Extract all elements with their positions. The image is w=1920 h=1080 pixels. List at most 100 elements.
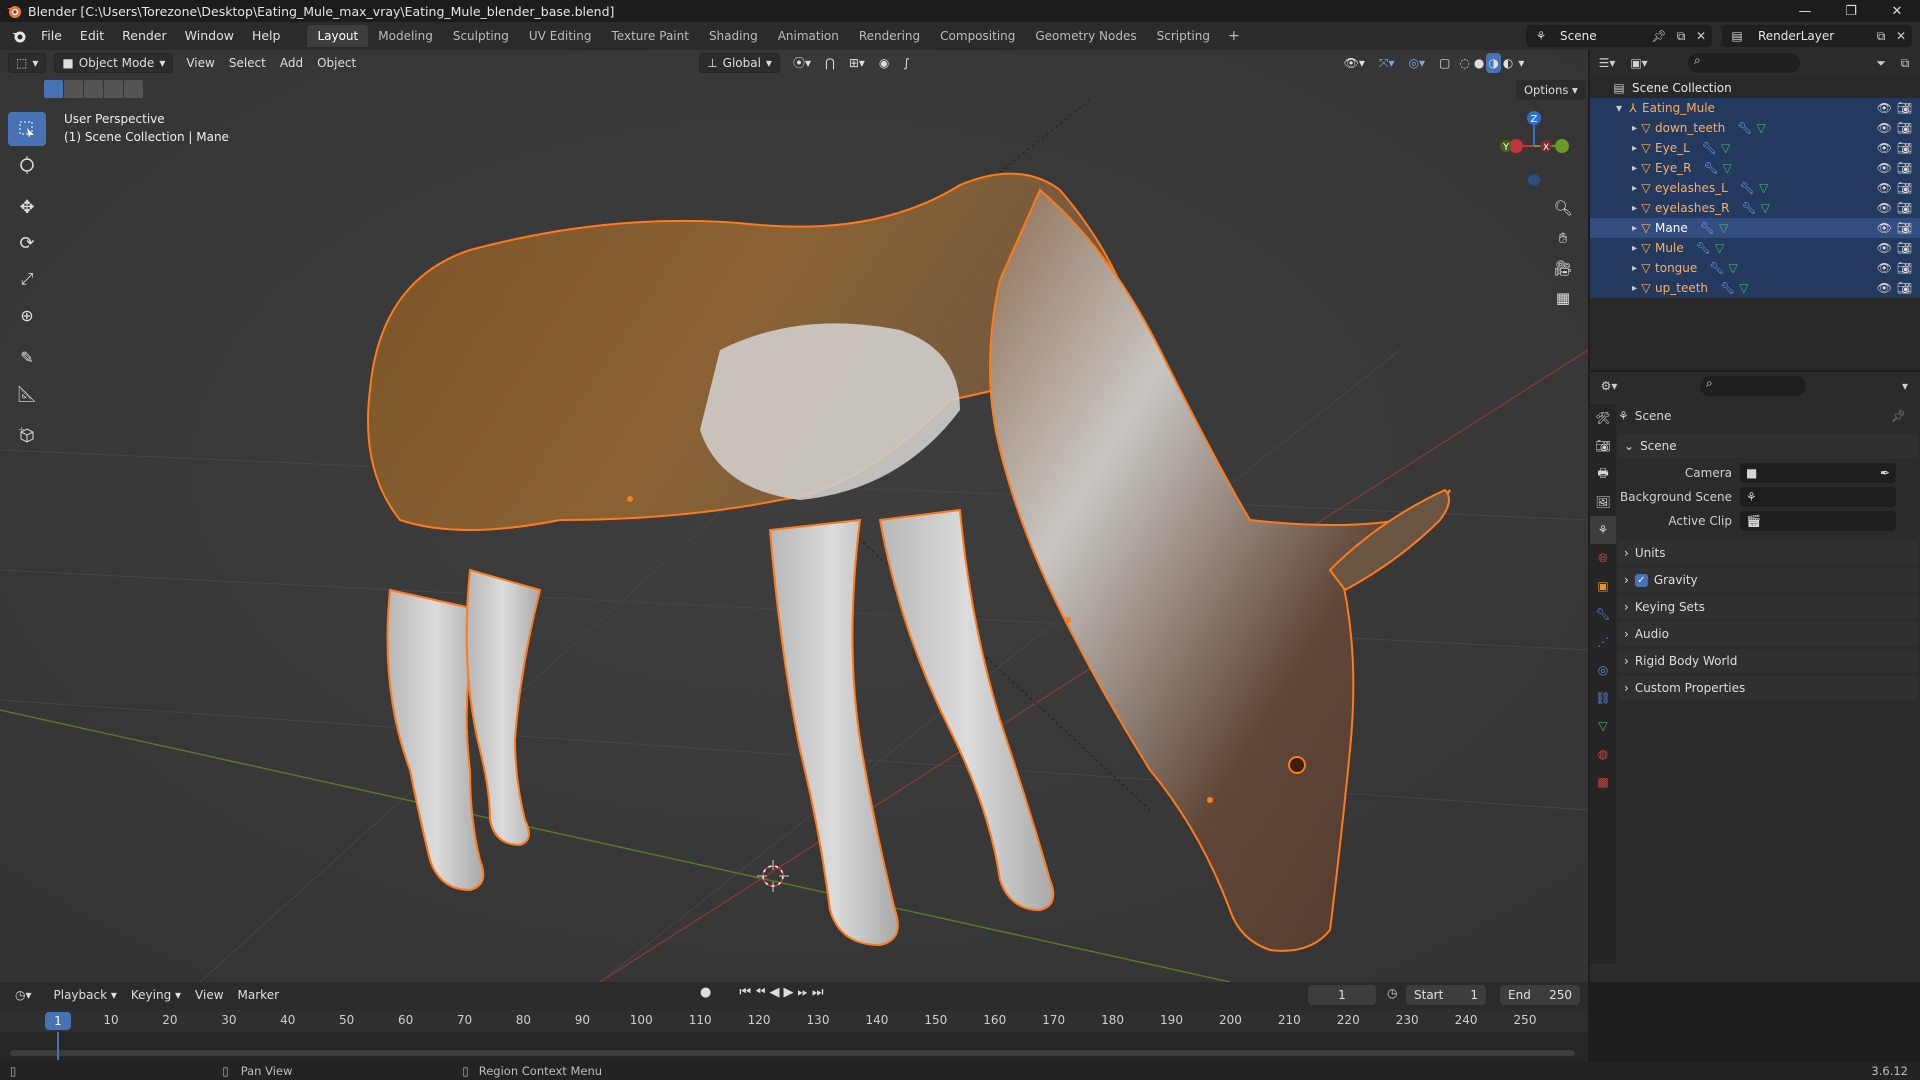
display-mode-icon[interactable]: ▣▾ [1630, 54, 1648, 72]
modifier-wrench-icon[interactable]: 🔧︎ [1737, 121, 1752, 135]
modifier-wrench-icon[interactable]: 🔧︎ [1740, 181, 1755, 195]
eyedropper-icon[interactable]: ✒ [1880, 466, 1890, 480]
tab-shading[interactable]: Shading [699, 25, 768, 47]
outliner-row-object[interactable]: ▸ ▽ Mule 🔧︎ ▽ 👁︎ 📷︎ [1590, 238, 1920, 258]
expand-arrow-icon[interactable]: ▾ [1616, 101, 1622, 115]
preview-range-clock-icon[interactable]: ◷ [1387, 986, 1397, 1000]
jump-start-icon[interactable]: ⏮ [739, 985, 751, 1000]
particles-tab-icon[interactable]: ⋰ [1590, 628, 1616, 656]
zoom-button[interactable]: 🔍︎ [1549, 194, 1577, 222]
menu-edit[interactable]: Edit [71, 25, 113, 47]
modifier-wrench-icon[interactable]: 🔧︎ [1700, 221, 1715, 235]
jump-end-icon[interactable]: ⏭ [812, 985, 824, 1000]
camera-field[interactable]: ■ ✒ [1740, 463, 1896, 483]
measure-tool[interactable]: 📐︎ [8, 376, 46, 410]
visibility-eye-icon[interactable]: 👁︎ [1877, 201, 1892, 215]
menu-playback[interactable]: Playback ▾ [47, 985, 124, 1005]
tool-tab-icon[interactable]: 🛠︎ [1590, 404, 1616, 432]
mesh-data-icon[interactable]: ▽ [1739, 281, 1748, 295]
tab-geometry-nodes[interactable]: Geometry Nodes [1025, 25, 1146, 47]
modifier-wrench-icon[interactable]: 🔧︎ [1696, 241, 1711, 255]
timeline-scrollbar[interactable] [10, 1050, 1575, 1056]
menu-object[interactable]: Object [310, 53, 363, 73]
tab-rendering[interactable]: Rendering [849, 25, 930, 47]
start-frame-field[interactable]: Start 1 [1406, 985, 1486, 1005]
panel-units[interactable]: › Units [1618, 541, 1918, 565]
render-tab-icon[interactable]: 📷︎ [1590, 432, 1616, 460]
visibility-eye-icon[interactable]: 👁︎ [1877, 141, 1892, 155]
mesh-data-icon[interactable]: ▽ [1715, 241, 1724, 255]
shading-wireframe[interactable]: ◌ [1457, 53, 1471, 73]
play-icon[interactable]: ▶ [783, 985, 793, 1000]
playhead-line[interactable] [57, 1032, 59, 1060]
active-clip-field[interactable]: 🎬︎ [1740, 511, 1896, 531]
panel-rigid-body-world[interactable]: › Rigid Body World [1618, 649, 1918, 673]
shading-rendered[interactable]: ◐ [1501, 53, 1515, 73]
play-reverse-icon[interactable]: ◀ [769, 985, 779, 1000]
render-camera-icon[interactable]: 📷︎ [1897, 141, 1912, 155]
minimize-button[interactable]: — [1782, 0, 1828, 22]
rotate-tool[interactable]: ⟳ [8, 226, 46, 260]
visibility-eye-icon[interactable]: 👁︎ [1877, 161, 1892, 175]
tab-scripting[interactable]: Scripting [1147, 25, 1220, 47]
mesh-data-icon[interactable]: ▽ [1721, 141, 1730, 155]
navigation-gizmo[interactable]: Z Y X [1494, 106, 1574, 186]
jump-keyframe-forward-icon[interactable]: ⏩︎ [797, 985, 807, 1000]
gizmo-toggle[interactable]: ⤧▾ [1372, 53, 1402, 73]
menu-view[interactable]: View [179, 53, 221, 73]
tab-animation[interactable]: Animation [768, 25, 849, 47]
visibility-eye-icon[interactable]: 👁︎ [1877, 121, 1892, 135]
menu-help[interactable]: Help [243, 25, 290, 47]
panel-gravity[interactable]: › ✓ Gravity [1618, 568, 1918, 592]
filter-icon[interactable]: ⏷ [1872, 54, 1890, 72]
visibility-dropdown[interactable]: 👁︎▾ [1337, 53, 1372, 73]
properties-search-input[interactable]: ⌕ [1700, 376, 1806, 396]
tab-layout[interactable]: Layout [307, 25, 369, 47]
outliner-row-object[interactable]: ▸ ▽ Mane 🔧︎ ▽ 👁︎ 📷︎ [1590, 218, 1920, 238]
outliner-row-scene-collection[interactable]: ▤ Scene Collection [1590, 78, 1920, 98]
render-camera-icon[interactable]: 📷︎ [1897, 101, 1912, 115]
menu-file[interactable]: File [32, 25, 71, 47]
constraints-tab-icon[interactable]: ⛓︎ [1590, 684, 1616, 712]
mesh-data-icon[interactable]: ▽ [1729, 261, 1738, 275]
shading-options-dropdown[interactable]: ▾ [1515, 53, 1527, 73]
outliner-row-object[interactable]: ▸ ▽ eyelashes_L 🔧︎ ▽ 👁︎ 📷︎ [1590, 178, 1920, 198]
pin-icon[interactable]: 📌︎ [1650, 27, 1668, 45]
outliner-row-object[interactable]: ▸ ▽ down_teeth 🔧︎ ▽ 👁︎ 📷︎ [1590, 118, 1920, 138]
outliner-row-object[interactable]: ▸ ▽ eyelashes_R 🔧︎ ▽ 👁︎ 📷︎ [1590, 198, 1920, 218]
outliner-row-object[interactable]: ▸ ▽ Eye_L 🔧︎ ▽ 👁︎ 📷︎ [1590, 138, 1920, 158]
delete-layer-icon[interactable]: ✕ [1892, 27, 1910, 45]
outliner-row-collection[interactable]: ▾ ⅄ Eating_Mule 👁︎ 📷︎ [1590, 98, 1920, 118]
texture-tab-icon[interactable]: ▩ [1590, 768, 1616, 796]
modifier-wrench-icon[interactable]: 🔧︎ [1709, 261, 1724, 275]
properties-editor-icon[interactable]: ⚙▾ [1600, 377, 1618, 395]
modifier-wrench-icon[interactable]: 🔧︎ [1741, 201, 1756, 215]
options-dropdown[interactable]: Options ▾ [1516, 80, 1586, 100]
outliner-search-input[interactable]: ⌕ [1688, 53, 1800, 73]
mesh-data-icon[interactable]: ▽ [1723, 161, 1732, 175]
render-camera-icon[interactable]: 📷︎ [1897, 181, 1912, 195]
transform-tool[interactable]: ⊕ [8, 298, 46, 332]
current-frame-field[interactable]: 1 [1308, 985, 1376, 1005]
mesh-data-icon[interactable]: ▽ [1761, 201, 1770, 215]
output-tab-icon[interactable]: 🖶 [1590, 460, 1616, 488]
editor-type-dropdown[interactable]: ◷▾ [8, 985, 39, 1005]
tab-texture-paint[interactable]: Texture Paint [602, 25, 699, 47]
render-camera-icon[interactable]: 📷︎ [1897, 281, 1912, 295]
annotate-tool[interactable]: ✎ [8, 340, 46, 374]
camera-view-button[interactable]: 🎥︎ [1549, 254, 1577, 282]
new-collection-icon[interactable]: ⧉ [1896, 54, 1914, 72]
mode-dropdown[interactable]: ■ Object Mode ▾ [54, 53, 174, 73]
end-frame-field[interactable]: End 250 [1500, 985, 1580, 1005]
material-tab-icon[interactable]: ◍ [1590, 740, 1616, 768]
shading-solid[interactable]: ● [1472, 53, 1486, 73]
outliner-editor-icon[interactable]: ☰▾ [1598, 54, 1616, 72]
menu-view[interactable]: View [188, 985, 230, 1005]
xray-toggle[interactable]: ▢ [1432, 53, 1457, 73]
falloff-dropdown[interactable]: ∫ [896, 53, 916, 73]
proportional-edit-toggle[interactable]: ◉ [872, 53, 896, 73]
scene-selector[interactable]: ⚘ Scene 📌︎ ⧉ ✕ [1526, 25, 1712, 47]
auto-keying-record-icon[interactable]: ● [700, 985, 711, 1000]
editor-type-dropdown[interactable]: ⬚ ▾ [8, 53, 47, 73]
panel-audio[interactable]: › Audio [1618, 622, 1918, 646]
